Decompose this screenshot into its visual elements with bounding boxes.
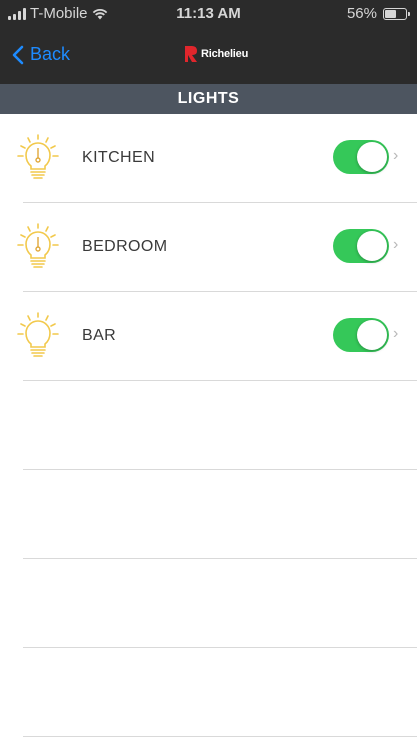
battery-info: 56% <box>346 5 410 22</box>
light-bulb-icon <box>17 223 59 268</box>
chevron-right-icon: › <box>393 236 399 253</box>
chevron-left-icon <box>12 45 24 64</box>
battery-percent: 56% <box>346 5 377 22</box>
chevron-right-icon: › <box>393 325 399 342</box>
back-button[interactable]: Back <box>12 44 70 65</box>
light-row-kitchen[interactable]: KITCHEN › <box>0 114 417 203</box>
light-label: KITCHEN <box>82 149 156 166</box>
light-row-bedroom[interactable]: BEDROOM › <box>0 203 417 292</box>
light-bulb-icon <box>17 134 59 179</box>
light-toggle-switch[interactable] <box>333 140 389 174</box>
lights-list: KITCHEN › BEDROOM › BAR › <box>0 114 417 737</box>
back-label: Back <box>30 44 71 64</box>
divider <box>23 736 417 737</box>
battery-level <box>385 9 396 18</box>
light-label: BEDROOM <box>82 238 168 255</box>
toggle-knob <box>357 142 387 172</box>
section-title: LIGHTS <box>0 84 417 114</box>
empty-row <box>0 381 417 470</box>
chevron-right-icon: › <box>393 147 399 164</box>
toggle-knob <box>357 320 387 350</box>
empty-row <box>0 559 417 648</box>
top-bar: T-Mobile 11:13 AM 56% Back Richelieu <box>0 0 417 84</box>
light-row-bar[interactable]: BAR › <box>0 292 417 381</box>
empty-row <box>0 648 417 737</box>
logo-text: Richelieu <box>201 48 249 60</box>
empty-row <box>0 470 417 559</box>
brand-logo: Richelieu <box>184 44 248 64</box>
light-label: BAR <box>82 327 117 344</box>
status-bar: T-Mobile 11:13 AM 56% <box>0 0 417 30</box>
battery-icon <box>383 7 410 20</box>
light-bulb-icon <box>17 312 59 357</box>
navigation-bar: Back Richelieu <box>0 30 417 84</box>
light-toggle-switch[interactable] <box>333 229 389 263</box>
richelieu-logo-icon <box>185 46 197 62</box>
toggle-knob <box>357 231 387 261</box>
light-toggle-switch[interactable] <box>333 318 389 352</box>
